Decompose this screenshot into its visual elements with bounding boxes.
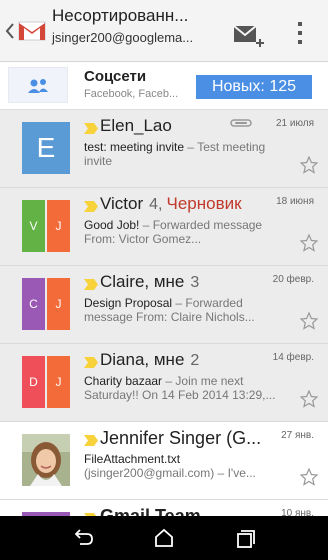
- email-row[interactable]: Jennifer Singer (G... 27 янв. FileAttach…: [0, 422, 328, 500]
- overflow-menu-icon[interactable]: [290, 18, 310, 48]
- email-date: 18 июня: [276, 196, 314, 207]
- sender-name: Diana, мне 2: [100, 350, 200, 369]
- email-row[interactable]: Gmail Team 10 янв.: [0, 500, 328, 516]
- star-icon[interactable]: [300, 312, 318, 330]
- people-icon-box: [8, 67, 68, 103]
- email-snippet: Charity bazaar – Join me next Saturday!!…: [84, 374, 276, 402]
- avatar-initial: J: [47, 356, 70, 408]
- gmail-logo[interactable]: [18, 20, 46, 42]
- email-date: 10 янв.: [281, 508, 314, 516]
- sender-avatar[interactable]: D J: [22, 356, 70, 408]
- important-marker-icon[interactable]: [84, 201, 98, 212]
- important-marker-icon[interactable]: [84, 357, 98, 368]
- social-tab-title: Соцсети: [84, 68, 147, 85]
- avatar-initial: E: [22, 122, 70, 174]
- star-icon[interactable]: [300, 390, 318, 408]
- avatar-initial: J: [47, 200, 70, 252]
- thread-count: 3: [190, 274, 200, 291]
- new-count-badge[interactable]: Новых: 125: [196, 75, 312, 99]
- email-snippet: FileAttachment.txt (jsinger200@gmail.com…: [84, 452, 256, 480]
- attachment-icon: [230, 119, 252, 127]
- sender-name: Victor 4, Черновик: [100, 194, 242, 213]
- email-row[interactable]: V J Victor 4, Черновик 18 июня Good Job! –…: [0, 188, 328, 266]
- social-tab-subtitle: Facebook, Faceb...: [84, 88, 179, 100]
- thread-count: 4,: [149, 196, 163, 213]
- important-marker-icon[interactable]: [84, 435, 98, 446]
- email-list: E Elen_Lao 21 июля test: meeting invite …: [0, 110, 328, 516]
- avatar-initial: V: [22, 200, 45, 252]
- recent-apps-icon[interactable]: [232, 525, 258, 551]
- email-date: 27 янв.: [281, 430, 314, 441]
- compose-mail-icon[interactable]: [226, 18, 266, 54]
- thread-count: 2: [190, 352, 200, 369]
- back-icon[interactable]: [70, 525, 96, 551]
- sender-avatar-photo[interactable]: [22, 434, 70, 486]
- email-row[interactable]: C J Claire, мне 3 20 февр. Design Proposa…: [0, 266, 328, 344]
- email-snippet: Design Proposal – Forwarded message From…: [84, 296, 255, 324]
- sender-name: Gmail Team: [100, 506, 201, 516]
- sender-avatar[interactable]: E: [22, 122, 70, 174]
- star-icon[interactable]: [300, 468, 318, 486]
- important-marker-icon[interactable]: [84, 279, 98, 290]
- mailbox-title[interactable]: Несортированн...: [52, 6, 188, 26]
- email-date: 20 февр.: [272, 274, 314, 285]
- avatar-initial: D: [22, 356, 45, 408]
- sender-name: Claire, мне 3: [100, 272, 200, 291]
- avatar-initial: C: [22, 278, 45, 330]
- people-icon: [28, 79, 48, 93]
- sender-name: Elen_Lao: [100, 116, 172, 135]
- system-navigation-bar: [0, 516, 328, 560]
- star-icon[interactable]: [300, 156, 318, 174]
- important-marker-icon[interactable]: [84, 123, 98, 134]
- account-email[interactable]: jsinger200@googlema...: [52, 30, 193, 45]
- email-date: 21 июля: [275, 118, 314, 129]
- email-row[interactable]: E Elen_Lao 21 июля test: meeting invite …: [0, 110, 328, 188]
- sender-name: Jennifer Singer (G...: [100, 428, 262, 448]
- home-icon[interactable]: [151, 525, 177, 551]
- star-icon[interactable]: [300, 234, 318, 252]
- email-date: 14 февр.: [272, 352, 314, 363]
- avatar-initial: J: [47, 278, 70, 330]
- contact-photo: [22, 434, 70, 486]
- sender-avatar[interactable]: V J: [22, 200, 70, 252]
- email-snippet: Good Job! – Forwarded message From: Vict…: [84, 218, 263, 246]
- email-snippet: test: meeting invite – Test meeting invi…: [84, 140, 266, 168]
- email-row[interactable]: D J Diana, мне 2 14 февр. Charity bazaar …: [0, 344, 328, 422]
- sender-avatar[interactable]: C J: [22, 278, 70, 330]
- action-bar: Несортированн... jsinger200@googlema...: [0, 0, 328, 62]
- draft-label: Черновик: [166, 194, 242, 213]
- up-navigation-icon[interactable]: [4, 22, 16, 40]
